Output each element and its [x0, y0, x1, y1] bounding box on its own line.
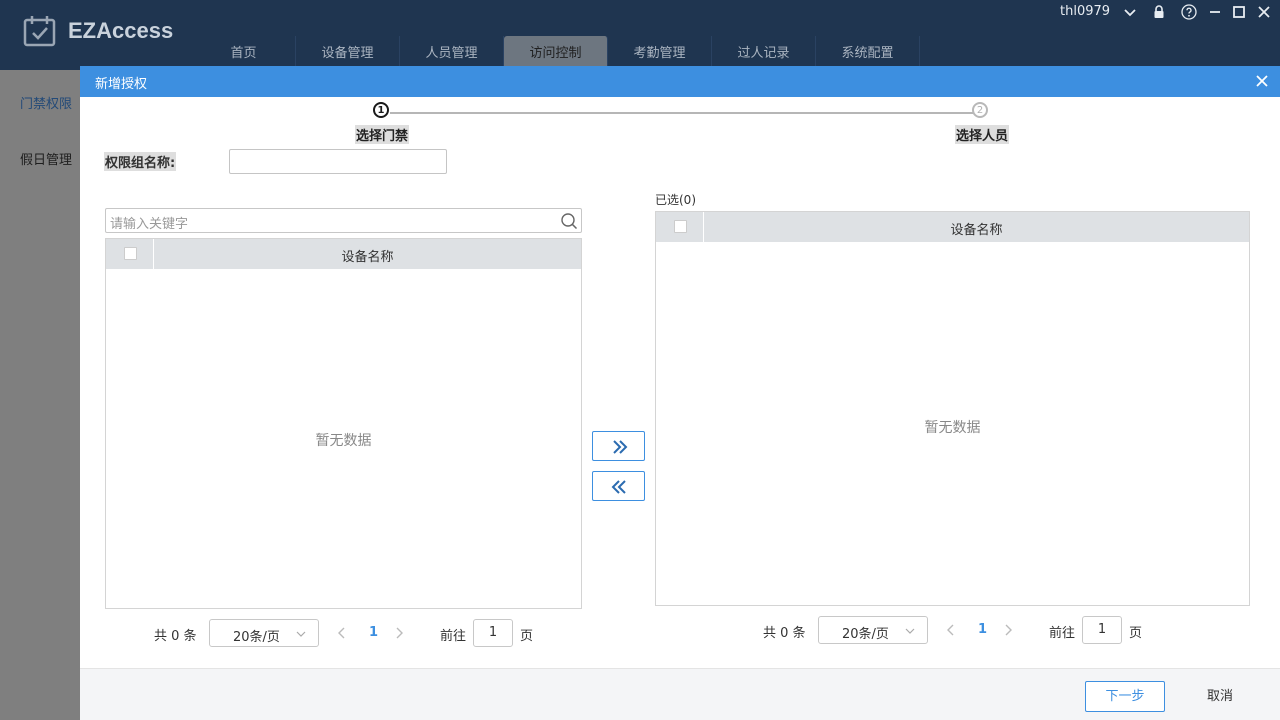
available-devices-table: 设备名称 暂无数据 [105, 238, 582, 609]
page-size-select[interactable]: 20条/页 [209, 619, 319, 647]
column-device-name: 设备名称 [341, 250, 394, 265]
main-nav: 首页 设备管理 人员管理 访问控制 考勤管理 过人记录 系统配置 [192, 36, 920, 70]
dialog-footer: 下一步 取消 [80, 668, 1280, 720]
page-size-value: 20条/页 [233, 630, 280, 645]
close-icon[interactable] [1254, 73, 1270, 89]
next-page-icon[interactable] [394, 627, 404, 639]
close-window-icon[interactable] [1256, 4, 1272, 20]
cancel-button[interactable]: 取消 [1180, 681, 1260, 712]
sidebar-item-holiday-management[interactable]: 假日管理 [20, 149, 72, 168]
user-name[interactable]: thl0979 [1060, 4, 1110, 19]
select-all-checkbox[interactable] [124, 247, 137, 260]
nav-devices[interactable]: 设备管理 [296, 36, 400, 70]
total-count: 共 0 条 [763, 626, 806, 641]
step-1-indicator: 1 [373, 102, 389, 118]
selected-devices-table: 设备名称 暂无数据 [655, 211, 1250, 606]
keyword-search-input[interactable]: 请输入关键字 [105, 208, 582, 233]
chevron-down-icon[interactable] [1122, 4, 1138, 20]
search-icon[interactable] [560, 212, 578, 230]
step-1-label: 选择门禁 [355, 125, 410, 144]
chevron-down-icon [296, 631, 306, 637]
goto-page-input[interactable]: 1 [1082, 616, 1122, 644]
step-2-indicator: 2 [972, 102, 988, 118]
top-bar: EZAccess 首页 设备管理 人员管理 访问控制 考勤管理 过人记录 系统配… [0, 0, 1280, 70]
maximize-icon[interactable] [1231, 4, 1247, 20]
selected-count-label: 已选(0) [655, 193, 696, 207]
total-count: 共 0 条 [154, 629, 197, 644]
nav-personnel[interactable]: 人员管理 [400, 36, 504, 70]
prev-page-icon[interactable] [946, 624, 956, 636]
step-progress-line [390, 112, 980, 114]
table-header: 设备名称 [106, 239, 581, 269]
next-step-button[interactable]: 下一步 [1085, 681, 1165, 712]
left-pagination: 共 0 条 20条/页 1 前往 1 页 [154, 619, 554, 647]
add-authorization-dialog: 新增授权 1 2 选择门禁 选择人员 权限组名称: 请输入关键字 设备名称 暂无… [80, 66, 1280, 720]
header-check-cell [106, 239, 154, 269]
next-page-icon[interactable] [1003, 624, 1013, 636]
nav-system-config[interactable]: 系统配置 [816, 36, 920, 70]
move-left-button[interactable] [592, 471, 645, 501]
group-name-input[interactable] [229, 149, 447, 174]
nav-pass-records[interactable]: 过人记录 [712, 36, 816, 70]
current-page[interactable]: 1 [978, 622, 987, 637]
help-icon[interactable] [1181, 4, 1197, 20]
header-check-cell [656, 212, 704, 242]
goto-unit: 页 [1129, 626, 1143, 641]
dialog-header: 新增授权 [80, 66, 1280, 97]
nav-home[interactable]: 首页 [192, 36, 296, 70]
nav-access-control[interactable]: 访问控制 [504, 36, 608, 70]
right-pagination: 共 0 条 20条/页 1 前往 1 页 [763, 616, 1163, 644]
goto-label: 前往 [1049, 626, 1076, 641]
select-all-checkbox[interactable] [674, 220, 687, 233]
goto-page-input[interactable]: 1 [473, 619, 513, 647]
calendar-check-icon [23, 16, 56, 47]
page-size-value: 20条/页 [842, 627, 889, 642]
dialog-title: 新增授权 [95, 77, 148, 92]
prev-page-icon[interactable] [337, 627, 347, 639]
goto-unit: 页 [520, 629, 534, 644]
empty-state-text: 暂无数据 [315, 433, 372, 449]
current-page[interactable]: 1 [369, 625, 378, 640]
step-2-label: 选择人员 [955, 125, 1010, 144]
double-chevron-right-icon [613, 440, 628, 454]
group-name-label: 权限组名称: [104, 152, 177, 171]
sidebar-item-door-permission[interactable]: 门禁权限 [20, 93, 72, 112]
column-device-name: 设备名称 [950, 223, 1003, 238]
empty-state-text: 暂无数据 [924, 420, 981, 436]
lock-icon[interactable] [1151, 4, 1167, 20]
app-name: EZAccess [68, 18, 174, 43]
page-size-select[interactable]: 20条/页 [818, 616, 928, 644]
table-header: 设备名称 [656, 212, 1249, 242]
nav-attendance[interactable]: 考勤管理 [608, 36, 712, 70]
minimize-icon[interactable] [1207, 4, 1223, 20]
chevron-down-icon [905, 628, 915, 634]
move-right-button[interactable] [592, 431, 645, 461]
goto-label: 前往 [440, 629, 467, 644]
search-placeholder: 请输入关键字 [110, 217, 189, 232]
sidebar: 门禁权限 假日管理 [0, 70, 80, 720]
double-chevron-left-icon [611, 480, 626, 494]
